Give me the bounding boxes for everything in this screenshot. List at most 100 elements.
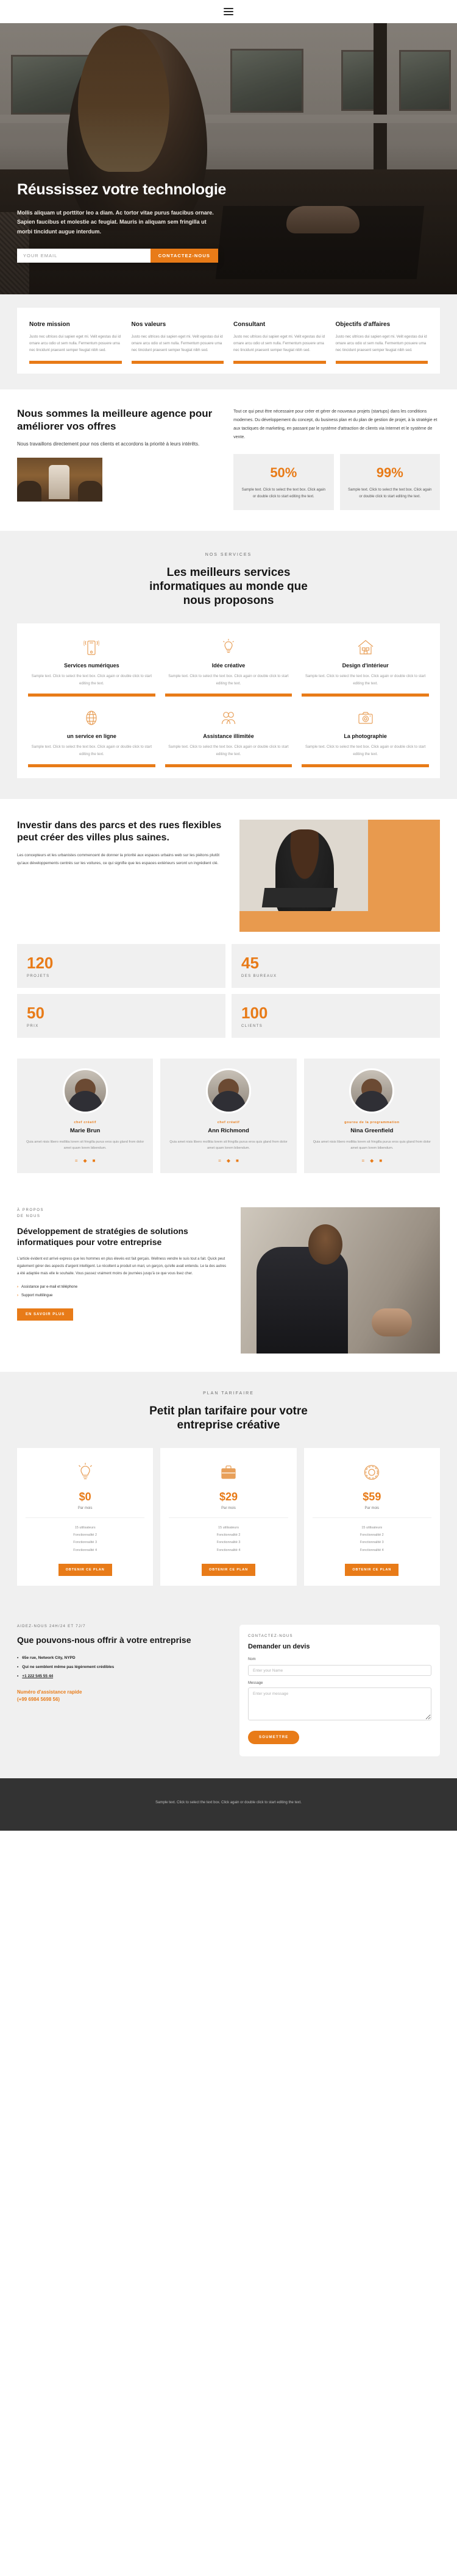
agency-stats: 50% Sample text. Click to select the tex…	[233, 453, 441, 510]
invest-heading: Investir dans des parcs et des rues flex…	[17, 820, 222, 843]
footer: Sample text. Click to select the text bo…	[0, 1778, 457, 1831]
twitter-icon[interactable]: ◆	[83, 1158, 87, 1163]
pricing-select-button[interactable]: OBTENIR CE PLAN	[345, 1563, 399, 1576]
stat-card: 99% Sample text. Click to select the tex…	[339, 453, 441, 510]
submit-button[interactable]: SOUMETTRE	[248, 1731, 300, 1745]
team-member-card: gourou de la programmation Nina Greenfie…	[303, 1059, 440, 1173]
people-icon	[165, 708, 292, 728]
landing-page: Réussissez votre technologie Mollis aliq…	[0, 0, 457, 1831]
about-bullet-text: Assistance par e-mail et téléphone	[21, 1285, 78, 1289]
service-accent-bar	[28, 694, 155, 697]
team-member-bio: Quia amet nisis libero mollitia lorem si…	[169, 1140, 288, 1151]
service-card[interactable]: un service en ligne Sample text. Click t…	[28, 708, 155, 778]
about-bullet: › Assistance par e-mail et téléphone	[17, 1283, 228, 1291]
agency-heading: Nous sommes la meilleure agence pour amé…	[17, 407, 213, 432]
mission-title: Consultant	[233, 321, 266, 328]
contact-eyebrow: AIDEZ-NOUS 24H/24 ET 7J/7	[17, 1624, 86, 1628]
contact-hotline-number[interactable]: (+99 6984 5698 56)	[17, 1696, 228, 1703]
quote-form-card: CONTACTEZ-NOUS Demander un devis Nom Mes…	[239, 1624, 440, 1757]
camera-icon	[302, 708, 429, 728]
instagram-icon[interactable]: ■	[236, 1158, 239, 1163]
facebook-icon[interactable]: =	[361, 1158, 364, 1163]
number-card: 100 CLIENTS	[232, 994, 440, 1038]
pricing-feature: Fonctionnalité 2	[216, 1533, 241, 1538]
team-member-bio: Quia amet nisis libero mollitia lorem si…	[313, 1140, 431, 1151]
twitter-icon[interactable]: ◆	[370, 1158, 374, 1163]
team-member-role: gourou de la programmation	[344, 1121, 400, 1125]
pricing-period: Par mois	[364, 1506, 380, 1511]
bullet-dot-icon: •	[17, 1655, 19, 1660]
instagram-icon[interactable]: ■	[379, 1158, 382, 1163]
service-card[interactable]: Assistance illimitée Sample text. Click …	[165, 708, 292, 778]
facebook-icon[interactable]: =	[75, 1158, 78, 1163]
pricing-feature: Fonctionnalité 2	[73, 1533, 97, 1538]
number-value: 50	[27, 1004, 44, 1023]
service-accent-bar	[302, 694, 430, 697]
number-label: DES BUREAUX	[241, 974, 277, 979]
about-section: À PROPOS DE NOUS Développement de straté…	[0, 1191, 457, 1372]
smartphone-icon	[28, 637, 155, 658]
pricing-select-button[interactable]: OBTENIR CE PLAN	[58, 1563, 112, 1576]
about-bullet-text: Support multilingue	[21, 1294, 53, 1298]
name-field-label: Nom	[248, 1657, 256, 1661]
about-heading: Développement de stratégies de solutions…	[17, 1226, 188, 1247]
facebook-icon[interactable]: =	[218, 1158, 221, 1163]
number-label: CLIENTS	[241, 1024, 263, 1029]
service-card[interactable]: Idée créative Sample text. Click to sele…	[165, 637, 292, 708]
mission-column: Notre mission Justo nec ultrices dui sap…	[29, 321, 122, 374]
pricing-feature: Fonctionnalité 3	[360, 1541, 384, 1545]
contact-heading: Que pouvons-nous offrir à votre entrepri…	[17, 1634, 191, 1645]
invest-paragraph: Les concepteurs et les urbanistes commen…	[17, 853, 220, 866]
stat-text: Sample text. Click to select the text bo…	[348, 488, 432, 499]
service-title: un service en ligne	[66, 733, 116, 740]
pricing-features: 15 utilisateurs Fonctionnalité 2 Fonctio…	[312, 1517, 431, 1553]
number-value: 100	[241, 1004, 268, 1023]
team-member-name: Nina Greenfield	[350, 1127, 394, 1135]
pricing-feature: Fonctionnalité 4	[73, 1548, 97, 1552]
hamburger-menu-icon[interactable]	[224, 6, 233, 17]
invest-image	[239, 820, 440, 912]
team-member-role: chef créatif	[74, 1121, 96, 1125]
mission-body: Justo nec ultrices dui sapien eget mi. V…	[29, 335, 121, 352]
service-title: La photographie	[344, 733, 387, 740]
mission-title: Notre mission	[29, 321, 70, 328]
contact-hotline-label: Numéro d'assistance rapide	[17, 1689, 82, 1695]
contact-bullet-text: Qui ne semblent même pas légèrement créd…	[22, 1664, 115, 1669]
service-body: Sample text. Click to select the text bo…	[305, 745, 426, 756]
bullet-dot-icon: •	[17, 1673, 19, 1678]
contact-bullet-text: 65e rue, Network City, NYPD	[22, 1655, 76, 1660]
learn-more-button[interactable]: EN SAVOIR PLUS	[17, 1308, 74, 1321]
services-eyebrow: NOS SERVICES	[205, 552, 252, 557]
hero-email-input[interactable]	[17, 249, 151, 263]
message-textarea[interactable]	[248, 1687, 431, 1721]
hero-contact-button[interactable]: CONTACTEZ-NOUS	[150, 249, 218, 263]
bullet-dot-icon: •	[17, 1664, 19, 1669]
name-input[interactable]	[248, 1665, 431, 1677]
instagram-icon[interactable]: ■	[93, 1158, 96, 1163]
mission-column: Consultant Justo nec ultrices dui sapien…	[233, 321, 326, 374]
pricing-period: Par mois	[221, 1506, 236, 1511]
agency-subheading: Nous travaillons directement pour nos cl…	[17, 441, 200, 447]
service-card[interactable]: Design d'intérieur Sample text. Click to…	[302, 637, 430, 708]
briefcase-icon	[169, 1460, 288, 1485]
stat-value: 99%	[376, 464, 403, 480]
service-card[interactable]: La photographie Sample text. Click to se…	[302, 708, 430, 778]
team-social-links: = ◆ ■	[168, 1158, 289, 1163]
quote-form-eyebrow: CONTACTEZ-NOUS	[248, 1634, 293, 1638]
about-image	[241, 1207, 440, 1354]
avatar	[349, 1068, 395, 1114]
pricing-feature: Fonctionnalité 3	[73, 1541, 97, 1545]
contact-bullet: • +1 222 545 55 44	[17, 1672, 228, 1680]
service-accent-bar	[165, 694, 292, 697]
pricing-select-button[interactable]: OBTENIR CE PLAN	[202, 1563, 255, 1576]
stat-card: 50% Sample text. Click to select the tex…	[233, 453, 334, 510]
team-member-role: chef créatif	[217, 1121, 240, 1125]
service-title: Assistance illimitée	[203, 733, 254, 740]
mission-accent-bar	[29, 360, 122, 364]
service-card[interactable]: Services numériques Sample text. Click t…	[28, 637, 155, 708]
pricing-feature: Fonctionnalité 4	[360, 1548, 384, 1552]
twitter-icon[interactable]: ◆	[227, 1158, 230, 1163]
pricing-feature: 15 utilisateurs	[361, 1526, 383, 1530]
agency-paragraph: Tout ce qui peut être nécessaire pour cr…	[233, 409, 438, 439]
contact-phone[interactable]: +1 222 545 55 44	[22, 1672, 53, 1680]
